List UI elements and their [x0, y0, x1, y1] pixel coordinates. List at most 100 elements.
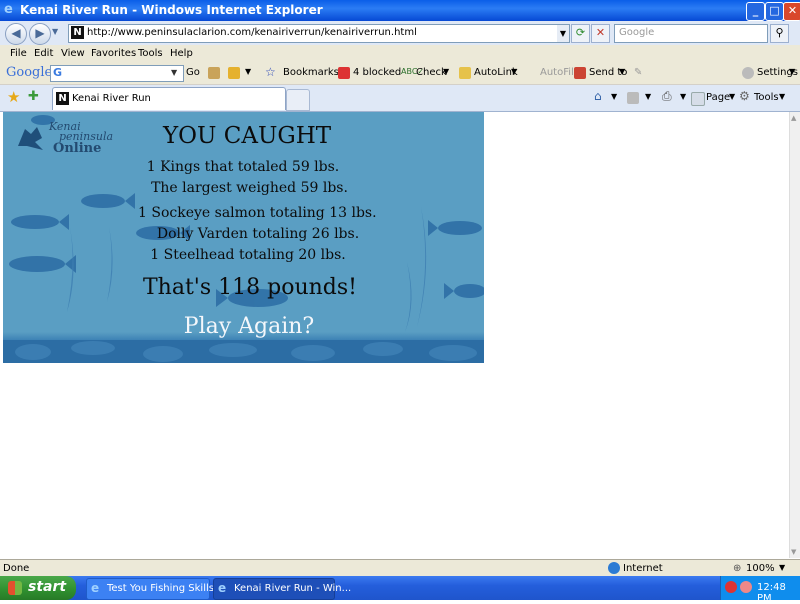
maximize-button[interactable]: □ [765, 2, 784, 21]
scroll-up-icon[interactable]: ▲ [791, 114, 796, 122]
ie-logo-icon: e [4, 2, 13, 17]
tools-dropdown-icon[interactable]: ▼ [779, 92, 785, 101]
google-dropdown-icon[interactable]: ▼ [171, 68, 177, 77]
steelhead-total: 1 Steelhead totaling 20 lbs. [150, 247, 346, 263]
search-button[interactable]: ⚲ [770, 24, 789, 43]
menu-view[interactable]: View [61, 48, 85, 59]
tray-alert-icon[interactable] [725, 581, 737, 593]
bookmarks-star-icon: ☆ [265, 65, 276, 79]
page-content: Kenai peninsula Online YOU CAUGHT 1 King… [3, 112, 789, 558]
start-label: start [28, 579, 67, 595]
kings-largest: The largest weighed 59 lbs. [151, 180, 348, 196]
popup-blocker-icon [338, 67, 350, 79]
menu-help[interactable]: Help [170, 48, 193, 59]
settings-gear-icon [742, 67, 754, 79]
ie-taskbar-icon: e [218, 581, 227, 595]
tab-label: Kenai River Run [72, 93, 151, 104]
google-logo: Google [6, 65, 52, 80]
page-dropdown-icon[interactable]: ▼ [729, 92, 735, 101]
river-bed [3, 340, 484, 363]
back-button[interactable]: ◀ [5, 23, 27, 45]
zoom-icon: ⊕ [733, 563, 742, 574]
stop-button[interactable]: ✕ [591, 24, 610, 43]
send-to-dropdown-icon[interactable]: ▼ [619, 67, 625, 76]
tools-menu-button[interactable]: Tools [754, 92, 779, 103]
address-bar[interactable]: N http://www.peninsulaclarion.com/kenair… [68, 24, 570, 43]
send-to-icon [574, 67, 586, 79]
system-tray: 12:48 PM [720, 576, 800, 604]
status-bar: Done Internet ⊕ 100% ▼ [0, 559, 800, 577]
menu-edit[interactable]: Edit [34, 48, 53, 59]
pagerank-icon[interactable] [208, 67, 220, 79]
menu-file[interactable]: File [10, 48, 27, 59]
result-heading: YOU CAUGHT [163, 123, 332, 149]
google-search-input[interactable]: G ▼ [50, 65, 184, 82]
play-again-button[interactable]: Play Again? [173, 314, 325, 339]
autofill-button: AutoFill [540, 67, 577, 78]
internet-globe-icon [608, 562, 620, 574]
home-dropdown-icon[interactable]: ▼ [611, 92, 617, 101]
bookmarks-button[interactable]: Bookmarks [283, 67, 339, 78]
highlighter-icon[interactable]: ✎ [634, 67, 642, 78]
logo-line-3: Online [53, 141, 102, 156]
settings-dropdown-icon[interactable]: ▼ [789, 67, 795, 76]
menu-bar: File Edit View Favorites Tools Help [0, 45, 800, 63]
page-icon [691, 92, 705, 106]
forward-button[interactable]: ▶ [29, 23, 51, 45]
window-title: Kenai River Run - Windows Internet Explo… [20, 3, 323, 17]
add-favorite-icon[interactable]: ✚ [28, 89, 39, 104]
print-dropdown-icon[interactable]: ▼ [680, 92, 686, 101]
search-input[interactable]: Google [614, 24, 768, 43]
tray-security-icon[interactable] [740, 581, 752, 593]
google-go-button[interactable]: Go [186, 67, 200, 78]
history-dropdown-icon[interactable]: ▼ [52, 27, 58, 36]
blocked-button[interactable]: 4 blocked [353, 67, 401, 78]
new-tab-button[interactable] [286, 89, 310, 111]
feeds-icon[interactable] [627, 92, 639, 104]
close-button[interactable]: ✕ [783, 2, 800, 21]
google-logo-text: Google [6, 65, 53, 80]
start-button[interactable]: start [0, 576, 76, 600]
menu-tools[interactable]: Tools [138, 48, 163, 59]
feeds-dropdown-icon[interactable]: ▼ [645, 92, 651, 101]
autolink-icon [459, 67, 471, 79]
clock: 12:48 PM [757, 582, 786, 604]
zoom-level[interactable]: 100% [746, 563, 775, 574]
address-url: http://www.peninsulaclarion.com/kenairiv… [87, 27, 417, 38]
scroll-down-icon[interactable]: ▼ [791, 548, 796, 556]
windows-logo-icon [8, 581, 22, 595]
taskbar-item-fishing-skills[interactable]: e Test You Fishing Skills... [86, 578, 224, 600]
address-dropdown-icon[interactable]: ▼ [557, 25, 569, 42]
taskbar: start e Test You Fishing Skills... e Ken… [0, 576, 800, 604]
site-favicon-icon: N [71, 26, 84, 39]
zoom-dropdown-icon[interactable]: ▼ [779, 563, 785, 572]
home-icon[interactable]: ⌂ [594, 89, 602, 103]
taskbar-item-label: Kenai River Run - Win... [234, 583, 352, 594]
menu-favorites[interactable]: Favorites [91, 48, 136, 59]
security-zone: Internet [623, 563, 663, 574]
tools-gear-icon: ⚙ [739, 89, 750, 103]
tab-kenai-river-run[interactable]: N Kenai River Run [52, 87, 286, 110]
sockeye-total: 1 Sockeye salmon totaling 13 lbs. [138, 205, 377, 221]
print-icon[interactable]: ⎙ [662, 89, 672, 104]
google-search-prefix: G [53, 66, 63, 79]
status-text: Done [3, 563, 30, 574]
popup-dropdown-icon[interactable]: ▼ [245, 67, 251, 76]
check-dropdown-icon[interactable]: ▼ [443, 67, 449, 76]
vertical-scrollbar[interactable]: ▲ ▼ [789, 112, 800, 558]
game-panel: Kenai peninsula Online YOU CAUGHT 1 King… [3, 112, 484, 363]
ie-taskbar-icon: e [91, 581, 100, 595]
taskbar-item-kenai-river-run[interactable]: e Kenai River Run - Win... [213, 578, 351, 600]
minimize-button[interactable]: _ [746, 2, 765, 21]
page-menu-button[interactable]: Page [706, 92, 730, 103]
favorites-star-icon[interactable]: ★ [7, 88, 20, 106]
address-toolbar: ◀ ▶ ▼ N http://www.peninsulaclarion.com/… [0, 21, 800, 45]
tab-favicon-icon: N [56, 92, 69, 105]
title-bar: e Kenai River Run - Windows Internet Exp… [0, 0, 800, 21]
popup-icon[interactable] [228, 67, 240, 79]
tab-bar: ★ ✚ N Kenai River Run ⌂ ▼ ▼ ⎙ ▼ Page ▼ ⚙… [0, 85, 800, 112]
search-placeholder: Google [619, 27, 655, 38]
kenai-peninsula-online-logo: Kenai peninsula Online [15, 120, 115, 160]
refresh-button[interactable]: ⟳ [571, 24, 590, 43]
autolink-dropdown-icon[interactable]: ▼ [511, 67, 517, 76]
